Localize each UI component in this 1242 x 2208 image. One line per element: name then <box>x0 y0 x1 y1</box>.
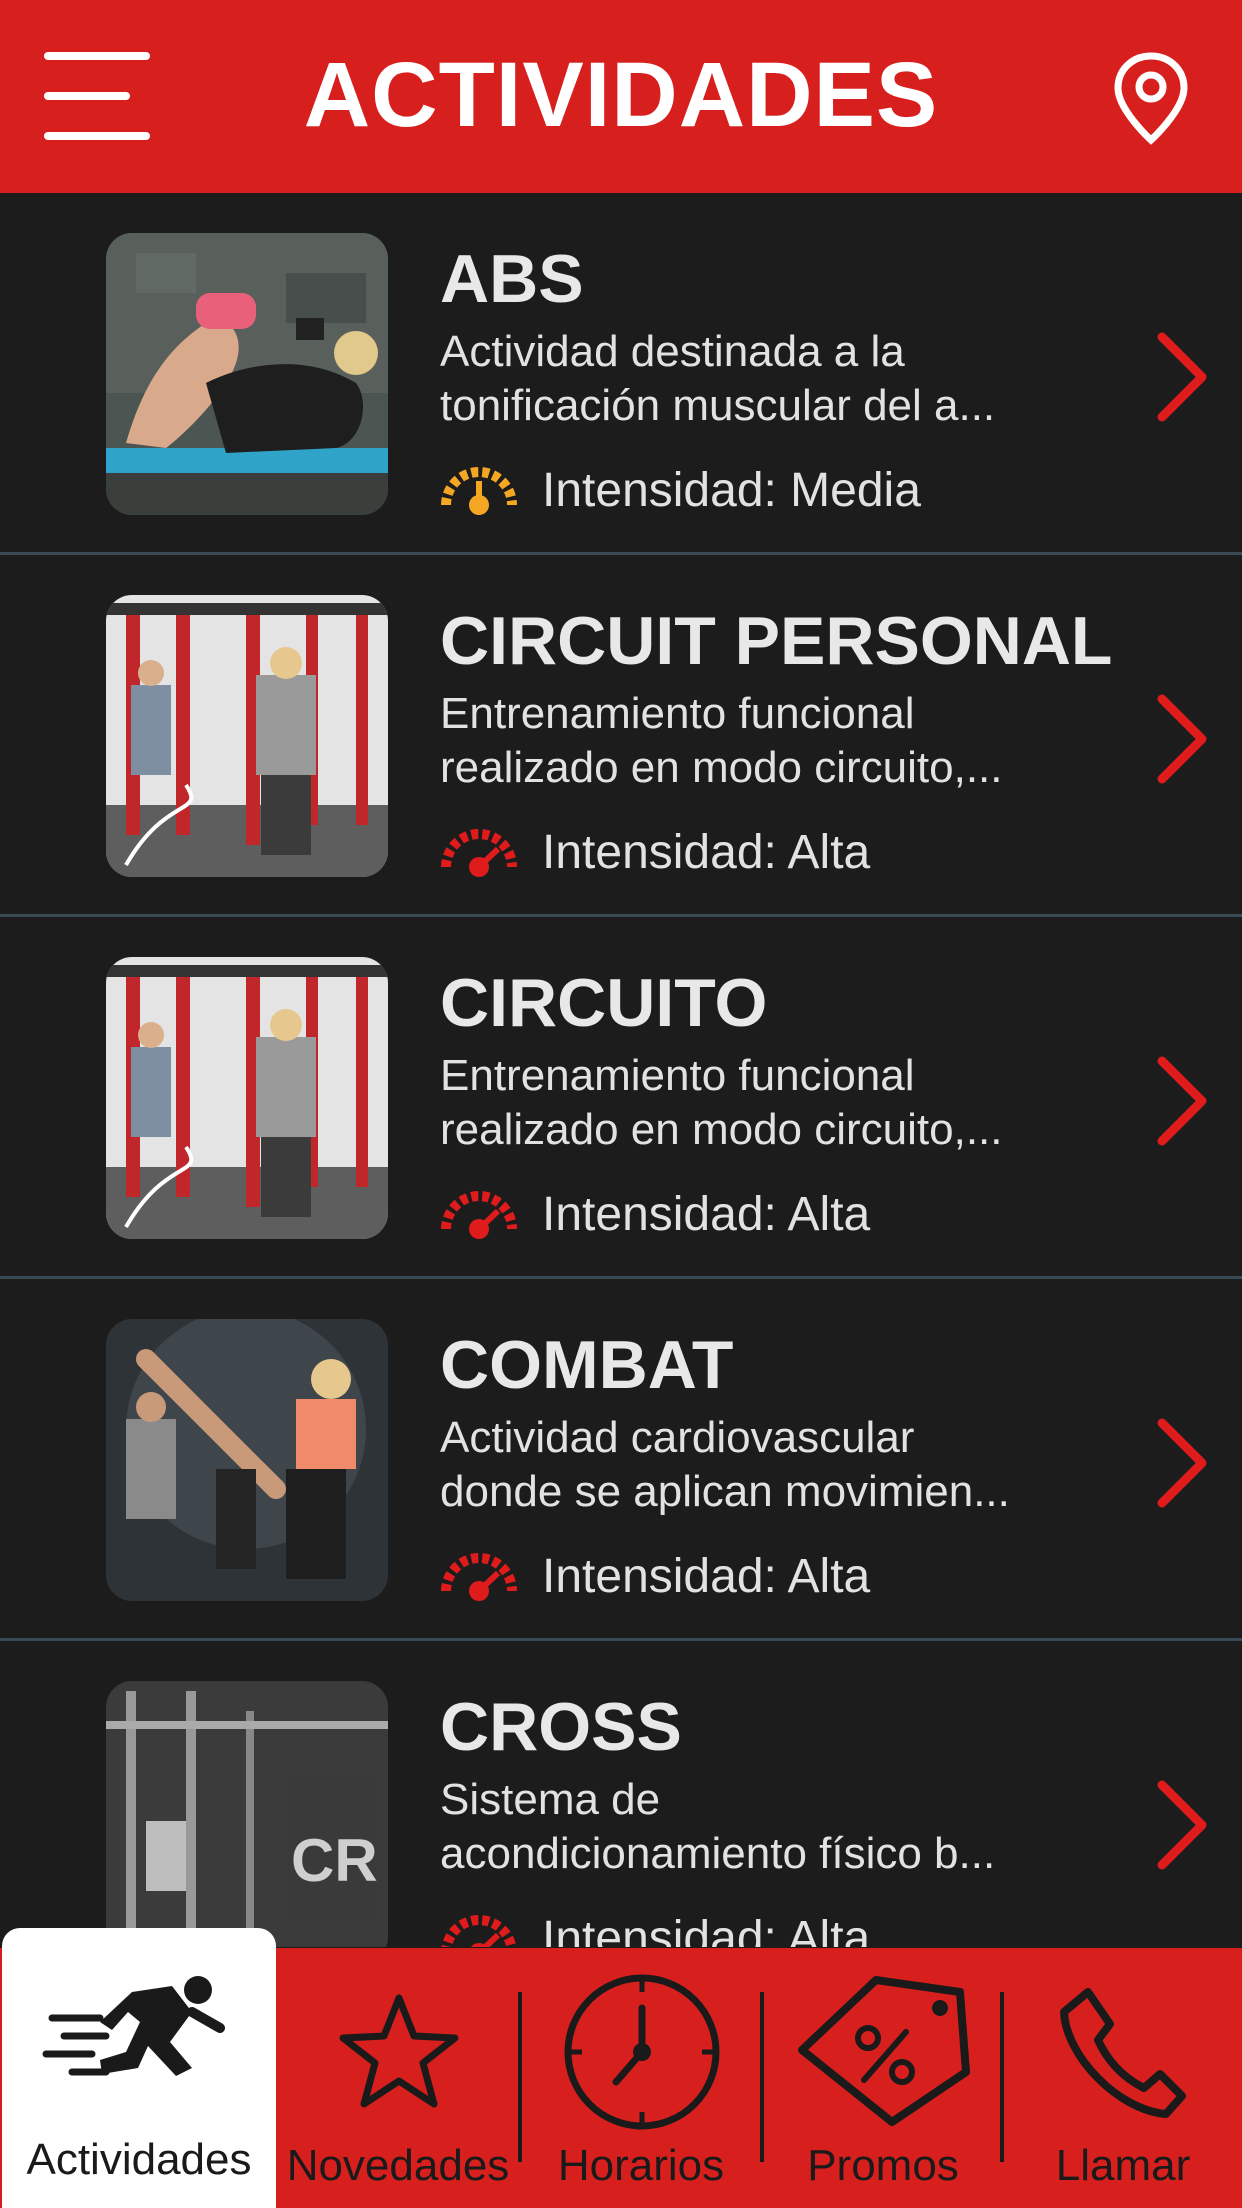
activity-thumbnail <box>106 595 388 877</box>
tab-label: Actividades <box>26 2135 252 2184</box>
top-app-bar: ACTIVIDADES <box>0 0 1242 193</box>
activity-description: Actividad destinada a la tonificación mu… <box>440 327 996 430</box>
activity-thumbnail <box>106 1319 388 1601</box>
tab-horarios[interactable]: Horarios <box>522 1948 760 2208</box>
gauge-icon <box>441 1915 517 1947</box>
page-title: ACTIVIDADES <box>303 44 939 146</box>
list-item-circuit-personal[interactable]: CIRCUIT PERSONAL Entrenamiento funcional… <box>0 555 1242 917</box>
tab-label: Novedades <box>286 2141 510 2190</box>
svg-text:CR: CR <box>291 1827 378 1894</box>
map-pin-icon[interactable] <box>1112 50 1190 146</box>
activity-title: ABS <box>440 241 584 317</box>
intensity-label: Intensidad: Alta <box>542 1188 871 1241</box>
list-item-cross[interactable]: CR CROSS Sistema de acondicionamiento fí… <box>0 1641 1242 1947</box>
activity-thumbnail: CR <box>106 1681 388 1947</box>
tab-label: Promos <box>807 2141 959 2190</box>
list-item-circuito[interactable]: CIRCUITO Entrenamiento funcional realiza… <box>0 917 1242 1279</box>
intensity-label: Intensidad: Alta <box>542 1550 871 1603</box>
percent-tag-icon <box>798 1976 970 2126</box>
activity-description: Sistema de acondicionamiento físico b... <box>440 1775 996 1878</box>
chevron-right-icon[interactable] <box>1154 329 1210 425</box>
tab-llamar[interactable]: Llamar <box>1004 1948 1242 2208</box>
tab-label: Horarios <box>557 2141 725 2190</box>
activity-description: Entrenamiento funcional realizado en mod… <box>440 689 1003 792</box>
activity-title: CIRCUITO <box>440 965 768 1041</box>
list-item-abs[interactable]: ABS Actividad destinada a la tonificació… <box>0 193 1242 555</box>
activity-list[interactable]: ABS Actividad destinada a la tonificació… <box>0 193 1242 1947</box>
gauge-icon <box>441 467 517 515</box>
intensity-label: Intensidad: Alta <box>542 826 871 879</box>
tab-label: Llamar <box>1055 2141 1191 2190</box>
chevron-right-icon[interactable] <box>1154 1777 1210 1873</box>
phone-icon <box>1060 1988 1186 2118</box>
clock-icon <box>564 1974 720 2130</box>
activity-thumbnail <box>106 957 388 1239</box>
intensity-label: Intensidad: Alta <box>542 1912 871 1947</box>
tab-actividades[interactable]: Actividades <box>2 1928 276 2208</box>
gauge-icon <box>441 829 517 877</box>
activity-title: CIRCUIT PERSONAL <box>440 603 1113 679</box>
star-icon <box>339 1994 459 2108</box>
chevron-right-icon[interactable] <box>1154 1415 1210 1511</box>
list-item-combat[interactable]: COMBAT Actividad cardiovascular donde se… <box>0 1279 1242 1641</box>
gauge-icon <box>441 1191 517 1239</box>
activity-description: Entrenamiento funcional realizado en mod… <box>440 1051 1003 1154</box>
activity-thumbnail <box>106 233 388 515</box>
tab-novedades[interactable]: Novedades <box>276 1948 520 2208</box>
activity-title: CROSS <box>440 1689 682 1765</box>
running-person-icon <box>42 1976 225 2076</box>
activity-title: COMBAT <box>440 1327 734 1403</box>
tab-promos[interactable]: Promos <box>764 1948 1002 2208</box>
bottom-tab-bar: Actividades Novedades Horarios Promos Ll… <box>0 1928 1242 2208</box>
gauge-icon <box>441 1553 517 1601</box>
activity-description: Actividad cardiovascular donde se aplica… <box>440 1413 1010 1516</box>
intensity-label: Intensidad: Media <box>542 464 921 517</box>
chevron-right-icon[interactable] <box>1154 1053 1210 1149</box>
chevron-right-icon[interactable] <box>1154 691 1210 787</box>
